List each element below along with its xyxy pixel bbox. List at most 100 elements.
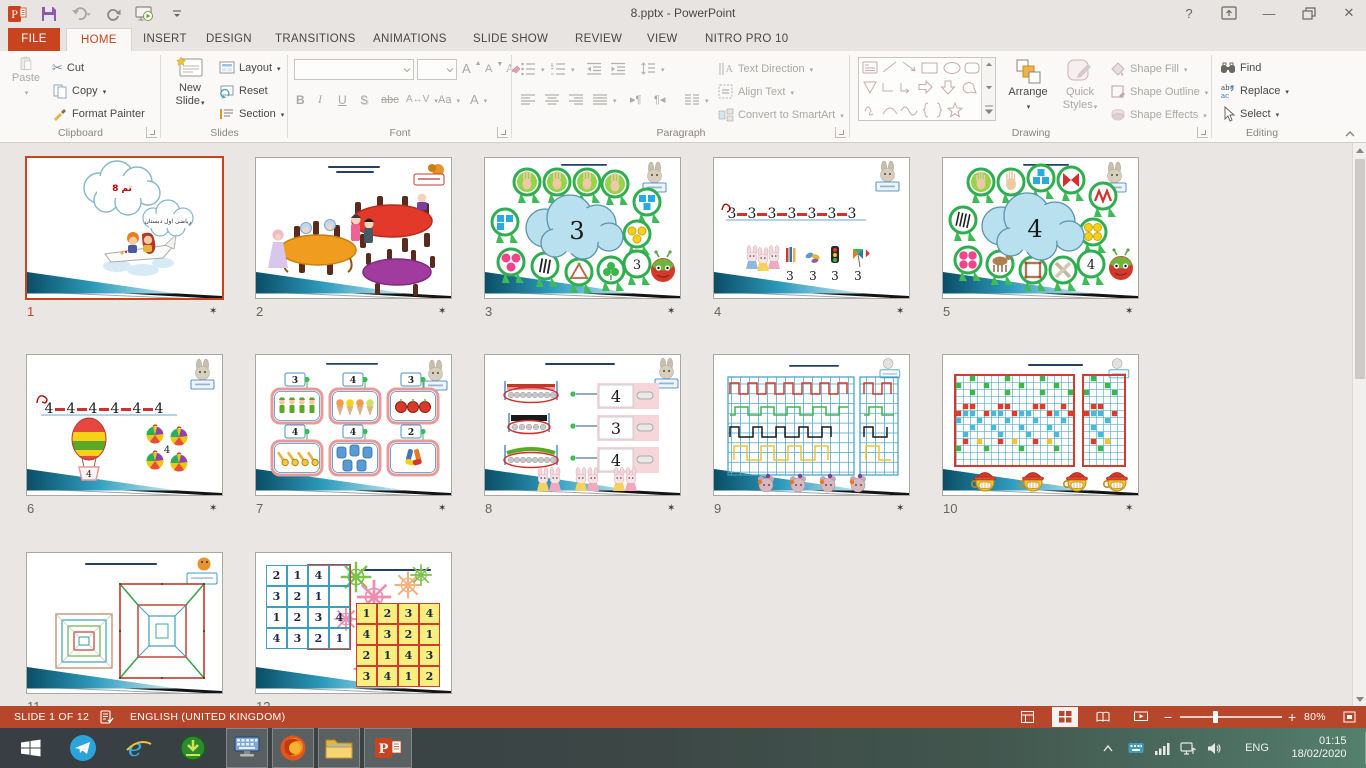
slide-thumbnail-3[interactable]: 3 3 bbox=[485, 158, 680, 298]
spellcheck-icon[interactable] bbox=[100, 706, 114, 728]
section-button[interactable]: Section▾ bbox=[219, 103, 284, 124]
layout-button[interactable]: Layout▾ bbox=[219, 57, 281, 78]
tab-design[interactable]: DESIGN bbox=[193, 28, 265, 51]
quick-styles-button[interactable]: QuickStyles▾ bbox=[1054, 56, 1106, 113]
tab-transitions[interactable]: TRANSITIONS bbox=[262, 28, 369, 51]
tab-review[interactable]: REVIEW bbox=[562, 28, 635, 51]
slide-thumbnail-6[interactable]: 44 44 44 4 bbox=[27, 355, 222, 495]
redo-button[interactable] bbox=[102, 3, 124, 25]
character-spacing-button[interactable]: A↔V▾ bbox=[406, 89, 438, 110]
slide-thumbnail-2[interactable] bbox=[256, 158, 451, 298]
align-text-button[interactable]: Align Text▾ bbox=[718, 81, 794, 102]
start-slideshow-button[interactable] bbox=[134, 3, 156, 25]
align-left-button[interactable] bbox=[520, 89, 536, 110]
bold-button[interactable]: B bbox=[296, 89, 305, 110]
zoom-out-button[interactable]: − bbox=[1164, 706, 1172, 728]
decrease-font-button[interactable]: A▼ bbox=[485, 58, 503, 79]
increase-font-button[interactable]: A▲ bbox=[462, 58, 482, 79]
slide-sorter-view-button[interactable] bbox=[1052, 707, 1078, 727]
tray-show-hidden-icons[interactable] bbox=[1096, 728, 1120, 768]
ribbon-display-options-button[interactable] bbox=[1216, 2, 1242, 24]
reset-button[interactable]: Reset bbox=[219, 80, 268, 101]
drawing-dialog-launcher[interactable] bbox=[1197, 127, 1208, 138]
tab-slideshow[interactable]: SLIDE SHOW bbox=[460, 28, 561, 51]
select-button[interactable]: Select▾ bbox=[1220, 103, 1279, 124]
text-direction-button[interactable]: A Text Direction▾ bbox=[718, 58, 813, 79]
underline-button[interactable]: U bbox=[338, 89, 347, 110]
find-button[interactable]: Find bbox=[1220, 57, 1261, 78]
paragraph-dialog-launcher[interactable] bbox=[835, 127, 846, 138]
taskbar-powerpoint-icon[interactable]: P bbox=[364, 728, 412, 768]
columns-button[interactable]: ▾ bbox=[684, 89, 709, 110]
arrange-button[interactable]: Arrange▾ bbox=[1002, 56, 1054, 113]
tab-home[interactable]: HOME bbox=[66, 28, 132, 51]
shapes-gallery[interactable] bbox=[858, 57, 996, 121]
slide-thumbnail-10[interactable] bbox=[943, 355, 1138, 495]
save-button[interactable] bbox=[38, 3, 60, 25]
undo-button[interactable] bbox=[70, 3, 92, 25]
language-indicator[interactable]: ENGLISH (UNITED KINGDOM) bbox=[130, 706, 285, 728]
copy-button[interactable]: Copy▾ bbox=[52, 80, 106, 101]
font-name-combo[interactable] bbox=[294, 59, 414, 80]
paste-button[interactable]: Paste▾ bbox=[6, 56, 46, 99]
slide-thumbnail-12[interactable]: 21432112344321 1234432121433412 bbox=[256, 553, 451, 693]
font-color-button[interactable]: A▾ bbox=[470, 89, 487, 110]
convert-smartart-button[interactable]: Convert to SmartArt▾ bbox=[718, 104, 844, 125]
scroll-down-button[interactable] bbox=[1353, 692, 1366, 706]
close-button[interactable]: ✕ bbox=[1336, 2, 1362, 24]
taskbar-internet-explorer-icon[interactable]: e bbox=[118, 728, 160, 768]
fit-to-window-button[interactable] bbox=[1336, 707, 1362, 727]
rtl-direction-button[interactable]: ¶◂ bbox=[654, 89, 665, 110]
tray-language-indicator[interactable]: ENG bbox=[1240, 728, 1274, 768]
scroll-up-button[interactable] bbox=[1353, 143, 1366, 157]
slide-thumbnail-7[interactable]: 3 4 3 bbox=[256, 355, 451, 495]
align-right-button[interactable] bbox=[568, 89, 584, 110]
tab-animations[interactable]: ANIMATIONS bbox=[360, 28, 460, 51]
ltr-direction-button[interactable]: ▸¶ bbox=[630, 89, 641, 110]
scrollbar-thumb[interactable] bbox=[1355, 159, 1365, 379]
new-slide-button[interactable]: NewSlide▾ bbox=[167, 56, 213, 109]
increase-indent-button[interactable] bbox=[610, 58, 626, 79]
tray-volume-icon[interactable] bbox=[1202, 728, 1226, 768]
slide-thumbnail-1[interactable]: تم 8 ریاضی اول دبستان bbox=[27, 158, 222, 298]
help-button[interactable]: ? bbox=[1176, 2, 1202, 24]
shape-fill-button[interactable]: Shape Fill▾ bbox=[1110, 58, 1187, 79]
start-button[interactable] bbox=[4, 728, 58, 768]
slide-thumbnail-5[interactable]: 4 4 bbox=[943, 158, 1138, 298]
tray-touch-keyboard-icon[interactable] bbox=[1124, 728, 1148, 768]
change-case-button[interactable]: Aa▾ bbox=[438, 89, 460, 110]
text-shadow-button[interactable]: S bbox=[360, 89, 368, 110]
tray-network-icon[interactable] bbox=[1176, 728, 1200, 768]
tab-view[interactable]: VIEW bbox=[634, 28, 691, 51]
tab-nitro[interactable]: NITRO PRO 10 bbox=[692, 28, 801, 51]
reading-view-button[interactable] bbox=[1090, 707, 1116, 727]
font-dialog-launcher[interactable] bbox=[497, 127, 508, 138]
customize-qat-button[interactable] bbox=[166, 3, 188, 25]
zoom-in-button[interactable]: + bbox=[1288, 706, 1296, 728]
slide-thumbnail-11[interactable] bbox=[27, 553, 222, 693]
taskbar-onscreen-keyboard-icon[interactable] bbox=[226, 728, 268, 768]
italic-button[interactable]: I bbox=[318, 89, 322, 110]
shape-outline-button[interactable]: Shape Outline▾ bbox=[1110, 81, 1208, 102]
minimize-button[interactable]: — bbox=[1256, 2, 1282, 24]
normal-view-button[interactable] bbox=[1014, 707, 1040, 727]
line-spacing-button[interactable]: ▾ bbox=[640, 58, 665, 79]
zoom-slider-handle[interactable] bbox=[1213, 711, 1218, 723]
align-center-button[interactable] bbox=[544, 89, 560, 110]
slide-thumbnail-4[interactable]: 33 33 33 3 3 3 3 bbox=[714, 158, 909, 298]
numbering-button[interactable]: ▾ bbox=[550, 58, 575, 79]
slideshow-view-button[interactable] bbox=[1128, 707, 1154, 727]
taskbar-firefox-icon[interactable] bbox=[272, 728, 314, 768]
format-painter-button[interactable]: Format Painter bbox=[52, 103, 145, 124]
taskbar-idm-icon[interactable] bbox=[172, 728, 214, 768]
zoom-slider-track[interactable] bbox=[1180, 716, 1282, 718]
tab-file[interactable]: FILE bbox=[8, 28, 60, 51]
font-size-combo[interactable] bbox=[417, 59, 457, 80]
tab-insert[interactable]: INSERT bbox=[130, 28, 200, 51]
taskbar-telegram-icon[interactable] bbox=[62, 728, 104, 768]
zoom-percentage[interactable]: 80% bbox=[1304, 706, 1326, 728]
strikethrough-button[interactable]: abc bbox=[381, 89, 399, 110]
decrease-indent-button[interactable] bbox=[586, 58, 602, 79]
taskbar-file-explorer-icon[interactable] bbox=[318, 728, 360, 768]
vertical-scrollbar[interactable] bbox=[1352, 143, 1366, 706]
